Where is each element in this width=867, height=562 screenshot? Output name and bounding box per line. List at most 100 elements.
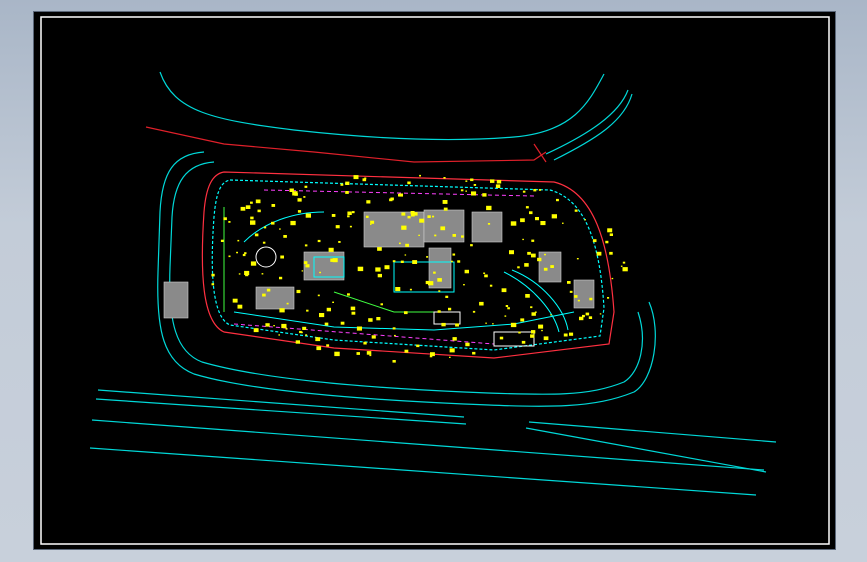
- planting-mark: [303, 261, 308, 264]
- planting-mark: [363, 341, 367, 345]
- planting-mark: [250, 261, 257, 266]
- planting-mark: [510, 322, 517, 328]
- planting-mark: [326, 307, 331, 312]
- planting-mark: [317, 239, 321, 243]
- planting-mark: [588, 316, 593, 319]
- planting-mark: [299, 330, 302, 334]
- planting-mark: [340, 183, 344, 186]
- planting-mark: [317, 294, 320, 297]
- planting-mark: [279, 308, 285, 313]
- planting-mark: [471, 191, 477, 196]
- planting-mark: [472, 310, 476, 313]
- planting-mark: [484, 274, 488, 278]
- planting-mark: [531, 253, 536, 258]
- planting-mark: [384, 265, 390, 270]
- planting-mark: [531, 312, 536, 316]
- planting-mark: [520, 218, 525, 223]
- planting-mark: [470, 244, 473, 247]
- site-plan-drawing[interactable]: [34, 12, 835, 549]
- planting-mark: [495, 184, 501, 188]
- drawing-sheet[interactable]: [34, 12, 835, 549]
- planting-mark: [407, 215, 411, 219]
- planting-mark: [377, 273, 382, 278]
- planting-mark: [584, 219, 586, 221]
- planting-mark: [464, 269, 469, 274]
- planting-mark: [399, 242, 401, 245]
- planting-mark: [496, 180, 502, 184]
- planting-mark: [486, 205, 492, 211]
- planting-mark: [220, 239, 224, 242]
- planting-mark: [416, 344, 420, 348]
- property-boundary: [145, 126, 547, 163]
- planting-mark: [574, 209, 578, 212]
- planting-mark: [316, 346, 322, 351]
- planting-mark: [524, 263, 529, 267]
- planting-mark: [273, 325, 275, 327]
- planting-mark: [531, 239, 535, 242]
- planting-mark: [543, 267, 548, 271]
- planting-mark: [345, 191, 349, 194]
- planting-mark: [609, 233, 613, 236]
- planting-mark: [525, 206, 529, 209]
- planting-mark: [266, 288, 271, 292]
- planting-mark: [271, 204, 276, 207]
- planting-mark: [538, 189, 542, 191]
- planting-mark: [305, 334, 308, 336]
- planting-mark: [544, 253, 546, 256]
- planting-mark: [228, 221, 231, 223]
- planting-mark: [331, 214, 336, 217]
- planting-mark: [607, 297, 610, 299]
- planting-mark: [562, 222, 564, 224]
- planting-mark: [411, 213, 415, 217]
- planting-mark: [335, 225, 340, 229]
- planting-mark: [569, 290, 573, 293]
- planting-mark: [399, 193, 403, 197]
- planting-mark: [250, 220, 256, 225]
- planting-mark: [242, 253, 246, 257]
- planting-mark: [279, 228, 281, 230]
- planting-mark: [389, 198, 393, 202]
- planting-mark: [433, 271, 436, 274]
- planting-mark: [489, 284, 493, 287]
- planting-mark: [518, 331, 521, 334]
- planting-mark: [349, 225, 352, 228]
- planting-mark: [509, 250, 514, 255]
- planting-mark: [319, 313, 325, 318]
- planting-mark: [297, 210, 302, 213]
- planting-mark: [315, 337, 321, 342]
- planting-mark: [392, 327, 396, 330]
- planting-mark: [576, 258, 579, 260]
- planting-mark: [244, 252, 247, 255]
- planting-mark: [211, 273, 215, 277]
- planting-mark: [301, 270, 304, 272]
- planting-mark: [278, 334, 280, 336]
- planting-mark: [441, 322, 446, 327]
- planting-mark: [366, 200, 371, 204]
- planting-mark: [362, 178, 367, 182]
- planting-mark: [240, 206, 246, 211]
- planting-mark: [351, 211, 355, 214]
- planting-mark: [428, 281, 434, 286]
- planting-mark: [449, 356, 451, 358]
- planting-mark: [465, 190, 467, 192]
- planting-mark: [529, 211, 533, 215]
- planting-mark: [530, 306, 533, 309]
- planting-mark: [419, 174, 421, 177]
- planting-mark: [326, 344, 330, 347]
- planting-mark: [483, 272, 486, 274]
- planting-mark: [404, 349, 409, 353]
- planting-mark: [236, 251, 238, 254]
- planting-mark: [510, 221, 517, 226]
- planting-mark: [232, 298, 238, 303]
- planting-mark: [394, 334, 396, 337]
- planting-mark: [237, 304, 243, 309]
- planting-mark: [567, 281, 571, 284]
- planting-mark: [585, 312, 590, 316]
- planting-mark: [622, 261, 626, 264]
- planting-mark: [599, 313, 602, 315]
- planting-mark: [535, 217, 539, 221]
- planting-mark: [522, 238, 524, 241]
- planting-mark: [261, 273, 264, 275]
- planting-mark: [401, 212, 406, 216]
- planting-mark: [380, 303, 383, 306]
